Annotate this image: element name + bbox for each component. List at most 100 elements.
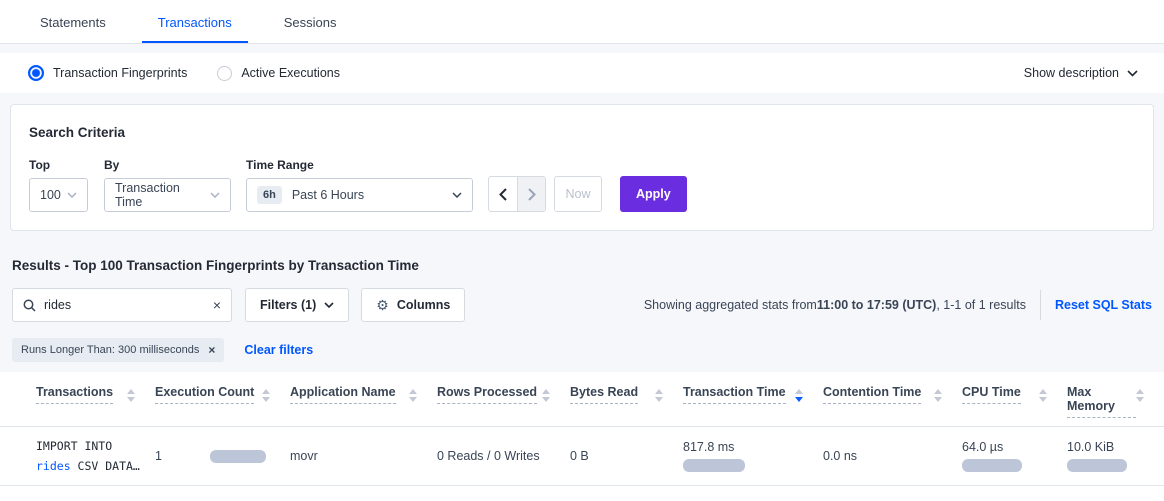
- column-header-label[interactable]: CPU Time: [962, 385, 1021, 404]
- filters-button[interactable]: Filters (1): [245, 288, 349, 322]
- chevron-down-icon: [210, 192, 220, 198]
- sort-icon[interactable]: [127, 385, 135, 402]
- remove-filter-icon[interactable]: ×: [208, 344, 215, 356]
- top-control: Top 100: [29, 158, 88, 212]
- top-select-value: 100: [40, 188, 67, 202]
- cell-application-name: movr: [290, 449, 437, 463]
- sort-icon[interactable]: [1039, 385, 1047, 402]
- sort-icon[interactable]: [542, 385, 550, 402]
- columns-button[interactable]: ⚙ Columns: [361, 288, 465, 322]
- search-criteria-title: Search Criteria: [29, 125, 1135, 140]
- divider: [1040, 290, 1041, 320]
- cell-transactions: IMPORT INTOrides CSV DATA…: [36, 436, 155, 476]
- sort-asc-arrow: [409, 389, 417, 394]
- column-header-label[interactable]: Bytes Read: [570, 385, 638, 404]
- column-header-label[interactable]: Application Name: [290, 385, 396, 404]
- cell-transaction-time: 817.8 ms: [683, 440, 823, 472]
- column-header-rows-processed: Rows Processed: [437, 385, 570, 418]
- results-heading: Results - Top 100 Transaction Fingerprin…: [12, 258, 1152, 273]
- sort-icon[interactable]: [262, 385, 270, 402]
- column-header-label[interactable]: Transaction Time: [683, 385, 786, 404]
- sort-desc-arrow: [262, 397, 270, 402]
- top-select[interactable]: 100: [29, 178, 88, 212]
- column-header-label[interactable]: Contention Time: [823, 385, 921, 404]
- stats-prefix: Showing aggregated stats from: [644, 298, 817, 312]
- radio-transaction-fingerprints[interactable]: Transaction Fingerprints: [28, 65, 187, 81]
- column-header-bytes-read: Bytes Read: [570, 385, 683, 418]
- table-row[interactable]: IMPORT INTOrides CSV DATA…1movr0 Reads /…: [0, 427, 1164, 486]
- table-body: IMPORT INTOrides CSV DATA…1movr0 Reads /…: [0, 427, 1164, 486]
- stats-suffix: , 1-1 of 1 results: [936, 298, 1026, 312]
- column-header-contention-time: Contention Time: [823, 385, 962, 418]
- sort-desc-arrow: [655, 397, 663, 402]
- sort-asc-arrow: [795, 389, 803, 394]
- clear-filters-link[interactable]: Clear filters: [244, 343, 313, 357]
- sort-icon[interactable]: [795, 385, 803, 402]
- value-bar: [210, 450, 266, 463]
- sort-desc-arrow: [1136, 397, 1144, 402]
- chevron-down-icon: [1127, 70, 1138, 77]
- top-tab-bar: Statements Transactions Sessions: [0, 0, 1164, 44]
- chevron-down-icon: [67, 192, 77, 198]
- sort-asc-arrow: [1039, 389, 1047, 394]
- column-header-transaction-time: Transaction Time: [683, 385, 823, 418]
- cell-bytes-read: 0 B: [570, 449, 683, 463]
- sort-icon[interactable]: [655, 385, 663, 402]
- reset-sql-stats-link[interactable]: Reset SQL Stats: [1055, 298, 1152, 312]
- tab-sessions[interactable]: Sessions: [268, 15, 353, 43]
- tab-statements[interactable]: Statements: [24, 15, 122, 43]
- column-header-label[interactable]: Transactions: [36, 385, 113, 404]
- tab-transactions[interactable]: Transactions: [142, 15, 248, 43]
- next-time-window-button[interactable]: [517, 177, 545, 211]
- chevron-left-icon: [499, 188, 507, 201]
- sort-desc-arrow: [542, 397, 550, 402]
- cell-max-memory: 10.0 KiB: [1067, 440, 1164, 472]
- sort-icon[interactable]: [934, 385, 942, 402]
- time-range-select[interactable]: 6h Past 6 Hours: [246, 178, 473, 212]
- sort-desc-arrow: [1039, 397, 1047, 402]
- chevron-down-icon: [324, 302, 334, 308]
- search-box[interactable]: ×: [12, 288, 232, 322]
- gear-icon: ⚙: [376, 297, 389, 314]
- column-header-label[interactable]: Max Memory: [1067, 385, 1136, 418]
- sort-asc-arrow: [127, 389, 135, 394]
- time-window-pager: [488, 176, 546, 212]
- search-icon: [23, 299, 36, 312]
- cell-execution-count: 1: [155, 449, 290, 463]
- filter-tag: Runs Longer Than: 300 milliseconds ×: [12, 338, 224, 362]
- radio-active-executions[interactable]: Active Executions: [217, 66, 340, 81]
- sql-table-link[interactable]: rides: [36, 459, 71, 473]
- cell-rows-processed: 0 Reads / 0 Writes: [437, 449, 570, 463]
- sort-asc-arrow: [655, 389, 663, 394]
- now-button[interactable]: Now: [554, 176, 602, 212]
- column-header-label[interactable]: Rows Processed: [437, 385, 537, 404]
- view-mode-radio-group: Transaction Fingerprints Active Executio…: [28, 65, 340, 81]
- top-label: Top: [29, 158, 88, 172]
- sort-icon[interactable]: [1136, 385, 1144, 402]
- show-description-toggle[interactable]: Show description: [1024, 66, 1138, 80]
- apply-button[interactable]: Apply: [620, 176, 687, 212]
- column-header-label[interactable]: Execution Count: [155, 385, 254, 404]
- radio-label: Transaction Fingerprints: [53, 66, 187, 80]
- time-range-label: Time Range: [246, 158, 473, 172]
- clear-search-icon[interactable]: ×: [213, 298, 221, 312]
- value-bar: [1067, 459, 1127, 472]
- transaction-fingerprint-link[interactable]: IMPORT INTOrides CSV DATA…: [36, 436, 155, 476]
- radio-selected-icon[interactable]: [28, 65, 44, 81]
- time-range-badge: 6h: [257, 186, 282, 204]
- cell-contention-time: 0.0 ns: [823, 449, 962, 463]
- sort-desc-arrow: [934, 397, 942, 402]
- results-table: Transactions Execution Count Application N…: [0, 372, 1164, 501]
- by-select[interactable]: Transaction Time: [104, 178, 231, 212]
- sort-icon[interactable]: [409, 385, 417, 402]
- previous-time-window-button[interactable]: [489, 177, 517, 211]
- column-header-execution-count: Execution Count: [155, 385, 290, 418]
- search-input[interactable]: [44, 298, 205, 312]
- columns-button-label: Columns: [397, 298, 450, 312]
- sort-asc-arrow: [262, 389, 270, 394]
- radio-unselected-icon[interactable]: [217, 66, 232, 81]
- by-select-value: Transaction Time: [115, 181, 210, 209]
- column-header-transactions: Transactions: [36, 385, 155, 418]
- sort-desc-arrow: [409, 397, 417, 402]
- search-criteria-panel: Search Criteria Top 100 By Transaction T…: [10, 104, 1154, 231]
